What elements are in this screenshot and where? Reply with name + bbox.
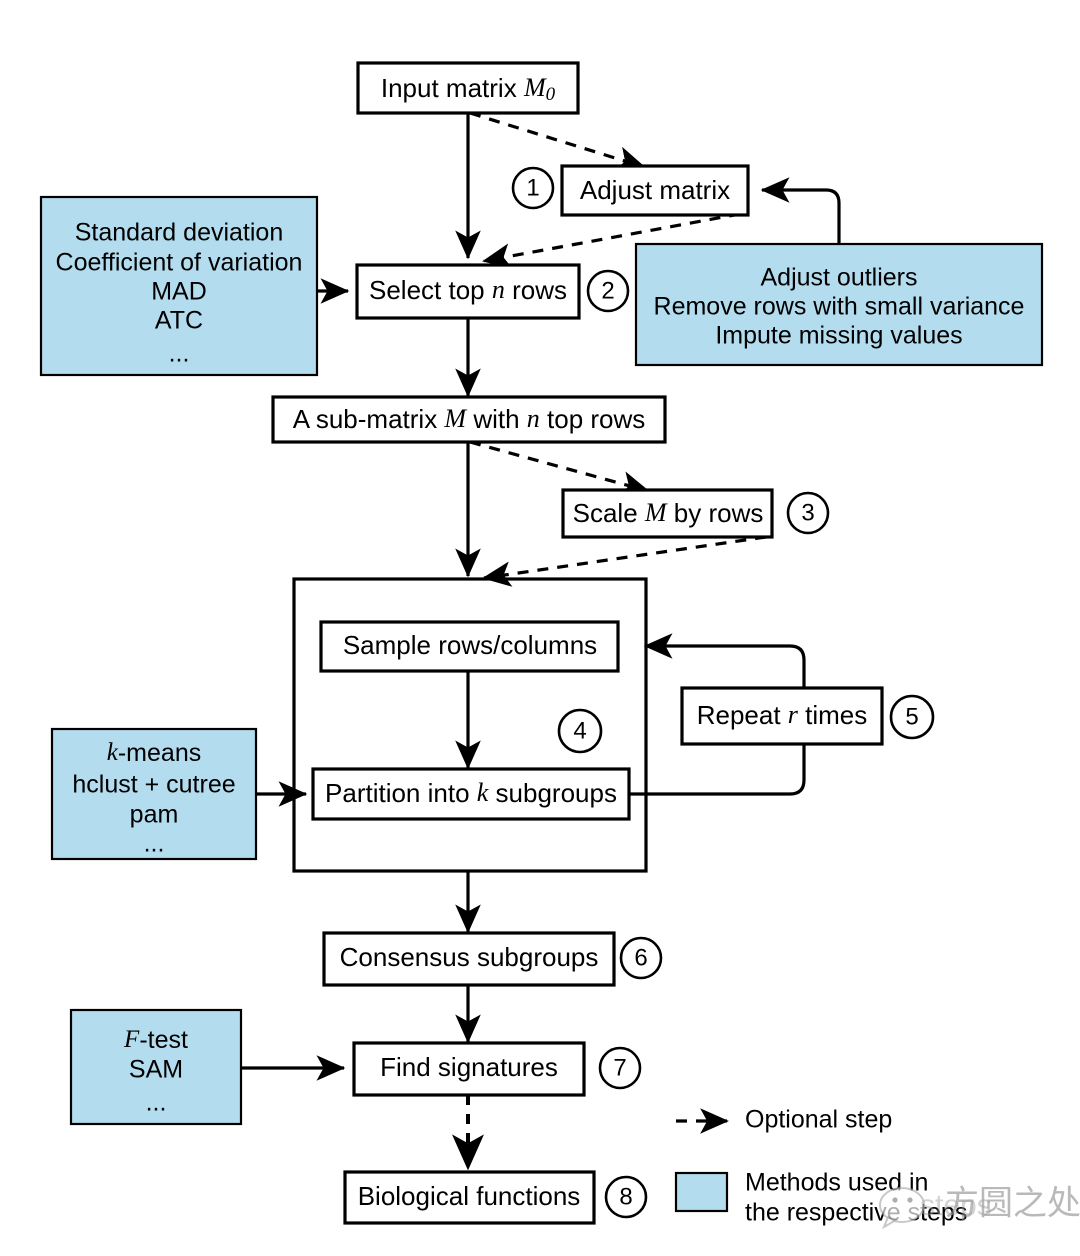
step-badge-1: 1 <box>511 166 555 210</box>
find-signatures-label: Find signatures <box>380 1052 558 1082</box>
signature-method-line-2: SAM <box>129 1056 183 1084</box>
biological-functions-label: Biological functions <box>358 1181 581 1211</box>
step-number-4: 4 <box>573 718 586 745</box>
node-find-signatures[interactable]: Find signatures <box>352 1041 586 1097</box>
repeat-label: Repeat r times <box>697 700 868 730</box>
adjust-method-line-3: Impute missing values <box>715 322 962 350</box>
feature-method-line-2: Coefficient of variation <box>56 249 303 277</box>
step-number-3: 3 <box>801 500 814 527</box>
node-adjust-matrix[interactable]: Adjust matrix <box>560 164 750 217</box>
method-box-clustering: k-means hclust + cutree pam ... <box>50 727 258 861</box>
node-sample-rows-columns[interactable]: Sample rows/columns <box>319 620 620 673</box>
method-box-feature-selection: Standard deviation Coefficient of variat… <box>39 195 319 377</box>
step-number-1: 1 <box>526 175 539 202</box>
step-badge-8: 8 <box>604 1175 648 1219</box>
cluster-method-line-1: k-means <box>107 739 201 767</box>
step-badge-6: 6 <box>619 936 663 980</box>
sample-rows-label: Sample rows/columns <box>343 630 597 660</box>
signature-method-line-3: ... <box>146 1089 167 1117</box>
input-matrix-label: Input matrix M0 <box>381 73 556 105</box>
adjust-method-line-1: Adjust outliers <box>760 264 917 292</box>
watermark-chinese-text: 方圆之处 <box>945 1184 1080 1224</box>
sub-matrix-label: A sub-matrix M with n top rows <box>293 404 646 434</box>
node-scale-by-rows[interactable]: Scale M by rows <box>561 488 774 539</box>
cluster-method-line-4: ... <box>144 830 165 858</box>
step-badge-7: 7 <box>598 1046 642 1090</box>
method-box-adjust-matrix: Adjust outliers Remove rows with small v… <box>634 242 1044 367</box>
adjust-matrix-label: Adjust matrix <box>580 175 730 205</box>
step-number-6: 6 <box>634 945 647 972</box>
step-number-8: 8 <box>619 1184 632 1211</box>
node-sub-matrix[interactable]: A sub-matrix M with n top rows <box>271 395 667 444</box>
cluster-method-line-3: pam <box>130 801 179 829</box>
node-consensus-subgroups[interactable]: Consensus subgroups <box>322 931 616 987</box>
consensus-label: Consensus subgroups <box>340 942 599 972</box>
node-select-top-rows[interactable]: Select top n rows <box>355 263 581 320</box>
scale-rows-label: Scale M by rows <box>573 498 764 528</box>
step-number-2: 2 <box>601 278 614 305</box>
node-repeat-r-times[interactable]: Repeat r times <box>680 686 884 746</box>
select-rows-label: Select top n rows <box>369 275 567 305</box>
legend-optional-step-label: Optional step <box>745 1106 892 1134</box>
adjust-method-line-2: Remove rows with small variance <box>654 293 1025 321</box>
node-partition-subgroups[interactable]: Partition into k subgroups <box>311 767 631 821</box>
step-badge-5: 5 <box>889 694 935 740</box>
step-badge-3: 3 <box>786 491 830 535</box>
node-input-matrix[interactable]: Input matrix M0 <box>356 61 580 115</box>
signature-method-line-1: F-test <box>123 1026 188 1054</box>
feature-method-line-5: ... <box>169 340 190 368</box>
partition-label: Partition into k subgroups <box>325 778 617 808</box>
feature-method-line-3: MAD <box>151 278 207 306</box>
legend-method-swatch <box>674 1171 729 1213</box>
step-badge-2: 2 <box>586 269 630 313</box>
method-box-signatures: F-test SAM ... <box>69 1008 243 1126</box>
feature-method-line-1: Standard deviation <box>75 219 283 247</box>
step-badge-4: 4 <box>557 708 603 754</box>
node-biological-functions[interactable]: Biological functions <box>343 1170 596 1225</box>
cluster-method-line-2: hclust + cutree <box>72 771 235 799</box>
step-number-7: 7 <box>613 1055 626 1082</box>
step-number-5: 5 <box>905 704 918 731</box>
watermark: steps 方圆之处 <box>879 1184 1080 1230</box>
flowchart-diagram: Standard deviation Coefficient of variat… <box>0 0 1080 1256</box>
feature-method-line-4: ATC <box>155 307 203 335</box>
